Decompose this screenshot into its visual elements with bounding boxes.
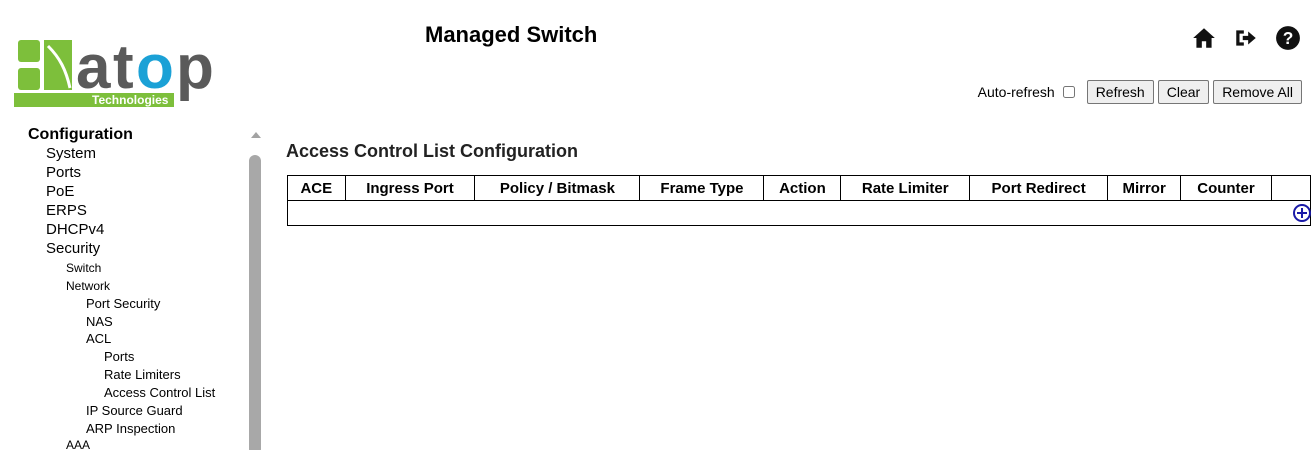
column-header-frame-type: Frame Type [639, 175, 764, 201]
column-header-ingress-port: Ingress Port [344, 175, 475, 201]
add-row-cell [287, 200, 1312, 226]
column-header-rate-limiter: Rate Limiter [840, 175, 970, 201]
sidebar-item-switch[interactable]: Switch [66, 261, 101, 275]
svg-text:?: ? [1283, 28, 1294, 48]
refresh-button[interactable]: Refresh [1086, 80, 1154, 104]
toolbar: Auto-refresh Refresh Clear Remove All [978, 80, 1302, 104]
sidebar-item-system[interactable]: System [46, 145, 96, 162]
svg-text:a: a [76, 33, 111, 102]
atop-logo: a t o p Technologies [14, 33, 214, 107]
sidebar-item-ip-source-guard[interactable]: IP Source Guard [86, 403, 183, 418]
column-header-actions [1271, 175, 1311, 201]
sidebar-scrollbar[interactable] [247, 130, 263, 450]
logout-icon[interactable] [1232, 24, 1260, 52]
remove-all-button[interactable]: Remove All [1213, 80, 1302, 104]
scrollbar-thumb[interactable] [249, 155, 261, 450]
sidebar-item-rate-limiters[interactable]: Rate Limiters [104, 367, 181, 382]
column-header-ace: ACE [287, 175, 346, 201]
table-header-row: ACE Ingress Port Policy / Bitmask Frame … [287, 175, 1311, 201]
sidebar-item-acl-ports[interactable]: Ports [104, 349, 134, 364]
column-header-policy-bitmask: Policy / Bitmask [474, 175, 640, 201]
sidebar-item-port-security[interactable]: Port Security [86, 296, 160, 311]
app-title: Managed Switch [425, 22, 598, 47]
sidebar-item-poe[interactable]: PoE [46, 183, 74, 200]
sidebar: Configuration System Ports PoE ERPS DHCP… [0, 124, 264, 450]
sidebar-item-access-control-list[interactable]: Access Control List [104, 385, 215, 400]
sidebar-item-acl[interactable]: ACL [86, 331, 111, 346]
sidebar-item-configuration[interactable]: Configuration [28, 126, 133, 144]
acl-table: ACE Ingress Port Policy / Bitmask Frame … [287, 175, 1311, 226]
column-header-counter: Counter [1179, 175, 1272, 201]
plus-circle-icon[interactable] [1292, 203, 1312, 223]
scroll-up-arrow-icon[interactable] [251, 132, 261, 138]
column-header-action: Action [763, 175, 841, 201]
sidebar-item-nas[interactable]: NAS [86, 314, 113, 329]
sidebar-item-erps[interactable]: ERPS [46, 202, 87, 219]
sidebar-item-ports[interactable]: Ports [46, 164, 81, 181]
help-icon[interactable]: ? [1274, 24, 1302, 52]
sidebar-item-aaa[interactable]: AAA [66, 438, 90, 450]
home-icon[interactable] [1190, 24, 1218, 52]
logo-subtitle: Technologies [92, 93, 169, 107]
column-header-port-redirect: Port Redirect [969, 175, 1108, 201]
table-add-row [287, 200, 1312, 226]
svg-text:o: o [136, 33, 174, 102]
page-title: Access Control List Configuration [286, 141, 579, 161]
sidebar-item-dhcpv4[interactable]: DHCPv4 [46, 221, 104, 238]
clear-button[interactable]: Clear [1157, 80, 1210, 104]
sidebar-item-arp-inspection[interactable]: ARP Inspection [86, 421, 175, 436]
svg-text:p: p [176, 33, 214, 102]
svg-text:t: t [113, 33, 134, 102]
auto-refresh-label: Auto-refresh [977, 84, 1055, 100]
auto-refresh-checkbox[interactable] [1062, 86, 1075, 98]
sidebar-item-security[interactable]: Security [46, 240, 100, 257]
column-header-mirror: Mirror [1107, 175, 1181, 201]
header-icons: ? [1190, 22, 1302, 54]
sidebar-item-network[interactable]: Network [66, 279, 110, 293]
